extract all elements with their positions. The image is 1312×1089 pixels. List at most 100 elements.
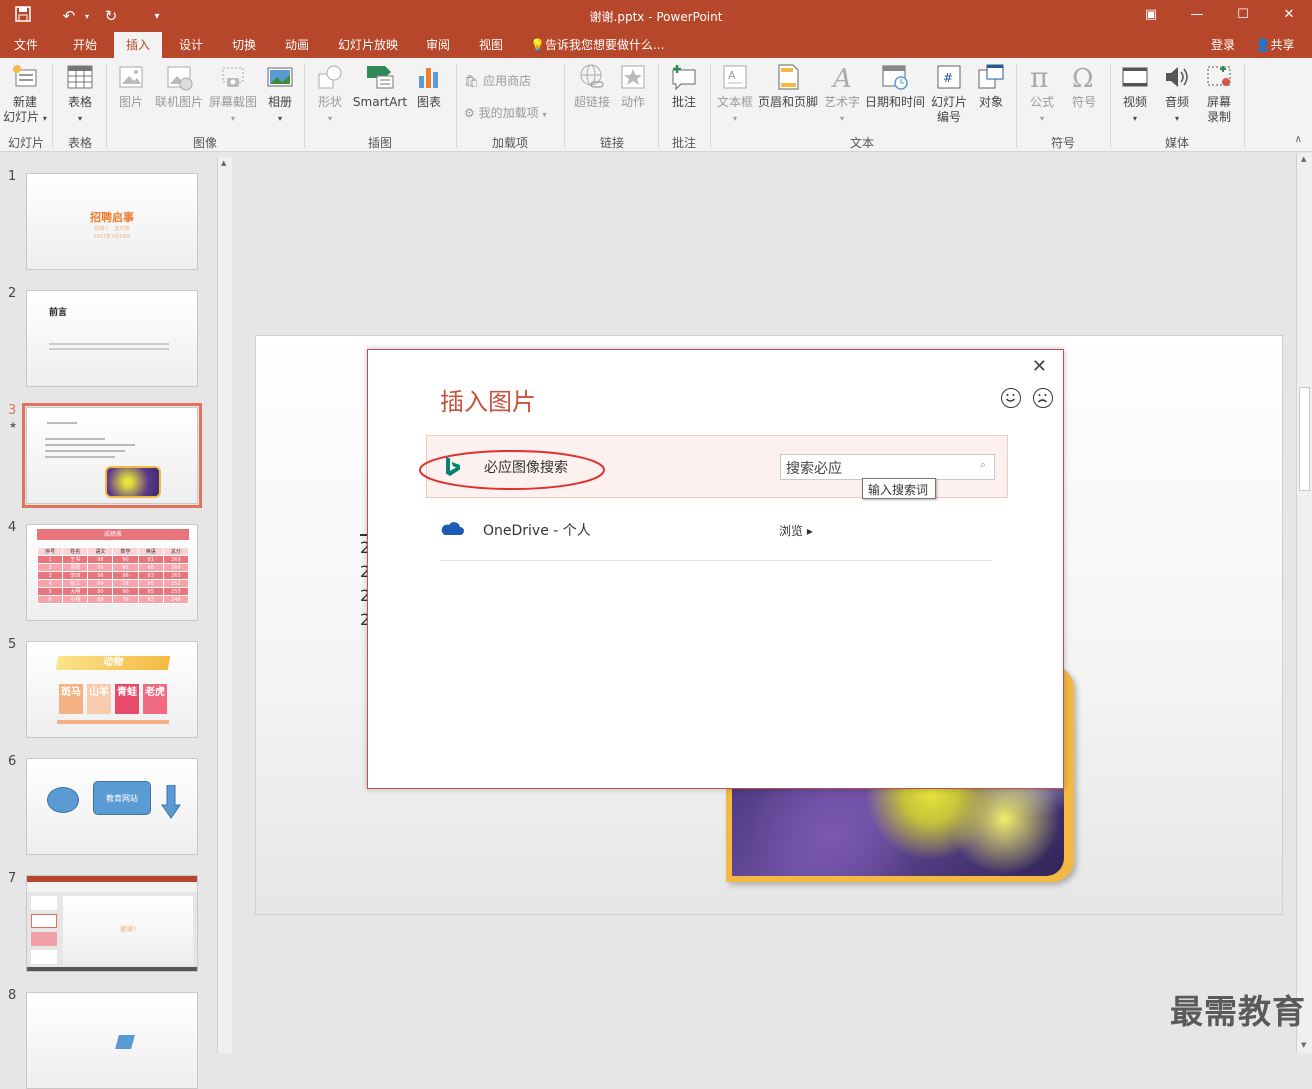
slide-thumbnail-pane: 1 招聘启事 招聘人：蓝天楼 2017年7月19日 2 前言 3 ★ 4 成绩表… [0,153,234,1053]
browse-link[interactable]: 浏览 ▸ [779,522,813,539]
customize-qat-icon[interactable]: ▾ [144,11,170,22]
slide-thumbnail-2[interactable]: 前言 [26,290,198,387]
smile-feedback-icon[interactable] [1001,388,1021,408]
table-cell: 6 [38,596,63,604]
screen-record-button[interactable]: 屏幕录制 [1200,62,1238,125]
search-icon[interactable]: ⌕ [980,458,986,472]
my-addins-button[interactable]: ⚙ 我的加载项 ▾ [464,104,546,121]
hyperlink-icon [577,62,607,92]
circle-shape [47,787,79,813]
slide-thumbnail-8[interactable] [26,992,198,1089]
video-button[interactable]: 视频▾ [1116,62,1154,126]
textbox-button[interactable]: A 文本框▾ [714,62,756,126]
tab-home[interactable]: 开始 [60,32,110,58]
slide-thumbnail-7[interactable]: 谢谢! [26,875,198,972]
table-row: 5大明809085255 [38,588,189,596]
scrollbar-thumb[interactable] [1299,387,1310,491]
online-picture-button[interactable]: 联机图片 [152,62,206,110]
slide-number-label: 7 [8,871,16,886]
table-button[interactable]: 表格▾ [58,62,102,126]
comment-button[interactable]: 批注 [664,62,704,110]
wordart-button[interactable]: A 艺术字▾ [822,62,862,126]
tab-insert[interactable]: 插入 [114,32,162,58]
save-icon[interactable] [10,6,36,26]
thumbnail-scrollbar[interactable]: ▲ [217,157,232,1053]
table-cell: 2 [38,564,63,572]
shapes-button[interactable]: 形状▾ [310,62,350,126]
ribbon: 新建 幻灯片 ▾ 幻灯片 表格▾ 表格 图片 联机图片 屏幕截图▾ 相册▾ 图像… [0,58,1312,152]
table-header-cell: 姓名 [63,548,88,556]
symbol-button[interactable]: Ω 符号 [1064,62,1104,110]
frown-feedback-icon[interactable] [1033,388,1053,408]
svg-text:π: π [1030,62,1048,92]
header-footer-button[interactable]: 页眉和页脚 [756,62,820,110]
slide-thumbnail-3[interactable] [26,407,198,504]
chevron-down-icon: ▾ [328,114,332,123]
tab-review[interactable]: 审阅 [416,32,460,58]
bing-search-input[interactable]: 搜索必应 ⌕ [780,454,995,480]
picture-button[interactable]: 图片 [112,62,150,110]
tab-animations[interactable]: 动画 [274,32,320,58]
slide-number-label: 5 [8,637,16,652]
table-header-cell: 总分 [163,548,188,556]
chevron-down-icon: ▾ [231,114,235,123]
tab-slideshow[interactable]: 幻灯片放映 [326,32,410,58]
tab-view[interactable]: 视图 [468,32,514,58]
onedrive-row[interactable]: OneDrive - 个人 浏览 ▸ [440,510,992,561]
photo-album-button[interactable]: 相册▾ [262,62,298,126]
slide-number-label: 6 [8,754,16,769]
scroll-down-icon[interactable]: ▼ [1301,1041,1306,1049]
svg-text:#: # [943,71,953,85]
share-button[interactable]: 👤共享 [1248,32,1302,58]
close-icon[interactable]: ✕ [1266,0,1312,32]
dialog-close-button[interactable]: ✕ [1032,356,1047,377]
undo-dropdown-icon[interactable]: ▾ [82,12,92,21]
action-button[interactable]: 动作 [614,62,652,110]
audio-button[interactable]: 音频▾ [1158,62,1196,126]
slide-thumbnail-4[interactable]: 成绩表 序号姓名语文数学英语总分1王书9890812692周周958588268… [26,524,198,621]
minimize-icon[interactable]: — [1174,0,1220,32]
datetime-button[interactable]: 日期和时间 [862,62,928,110]
maximize-icon[interactable]: ☐ [1220,0,1266,32]
svg-text:Ω: Ω [1072,64,1094,92]
screenshot-icon [218,62,248,92]
chart-button[interactable]: 图表 [410,62,448,110]
svg-text:A: A [831,64,852,92]
table-cell: 269 [163,556,188,564]
screenshot-button[interactable]: 屏幕截图▾ [206,62,260,126]
tab-transitions[interactable]: 切换 [220,32,268,58]
undo-icon[interactable]: ↶ [56,7,82,25]
tell-me-box[interactable]: 💡告诉我您想要做什么... [530,32,680,58]
collapse-ribbon-icon[interactable]: ∧ [1295,134,1302,145]
new-slide-button[interactable]: 新建 幻灯片 ▾ [2,62,48,126]
slide-thumbnail-5[interactable]: 动物 斑马 山羊 青蛙 老虎 [26,641,198,738]
scroll-up-icon[interactable]: ▲ [1301,155,1306,163]
table-cell: 88 [138,564,163,572]
chevron-down-icon: ▾ [1040,114,1044,123]
group-label-links: 链接 [570,134,654,151]
window-title: 谢谢.pptx - PowerPoint [0,8,1312,25]
person-icon: 👤 [1256,38,1271,52]
ribbon-tabs: 文件 开始 插入 设计 切换 动画 幻灯片放映 审阅 视图 💡告诉我您想要做什么… [0,32,1312,58]
slide-number-button[interactable]: # 幻灯片编号 [928,62,970,125]
store-button[interactable]: 🛍 应用商店 [464,72,531,89]
slide-number-label: 4 [8,520,16,535]
object-button[interactable]: 对象 [972,62,1010,110]
scroll-up-icon[interactable]: ▲ [221,159,226,167]
smartart-button[interactable]: SmartArt [352,62,408,110]
ribbon-display-icon[interactable]: ▣ [1128,0,1174,32]
hyperlink-button[interactable]: 超链接 [570,62,614,110]
redo-icon[interactable]: ↻ [98,7,124,25]
tab-design[interactable]: 设计 [168,32,214,58]
table-row: 2周周958588268 [38,564,189,572]
editor-scrollbar[interactable]: ▲ ▼ [1296,153,1312,1053]
login-link[interactable]: 登录 [1204,32,1242,58]
slide-thumbnail-6[interactable]: 教育网站 [26,758,198,855]
table-cell: 90 [113,588,138,596]
slide-thumbnail-1[interactable]: 招聘启事 招聘人：蓝天楼 2017年7月19日 [26,173,198,270]
tab-file[interactable]: 文件 [0,32,52,58]
table-row: 1王书989081269 [38,556,189,564]
equation-button[interactable]: π 公式▾ [1022,62,1062,126]
table-cell: 86 [113,572,138,580]
chevron-down-icon: ▾ [1175,114,1179,123]
